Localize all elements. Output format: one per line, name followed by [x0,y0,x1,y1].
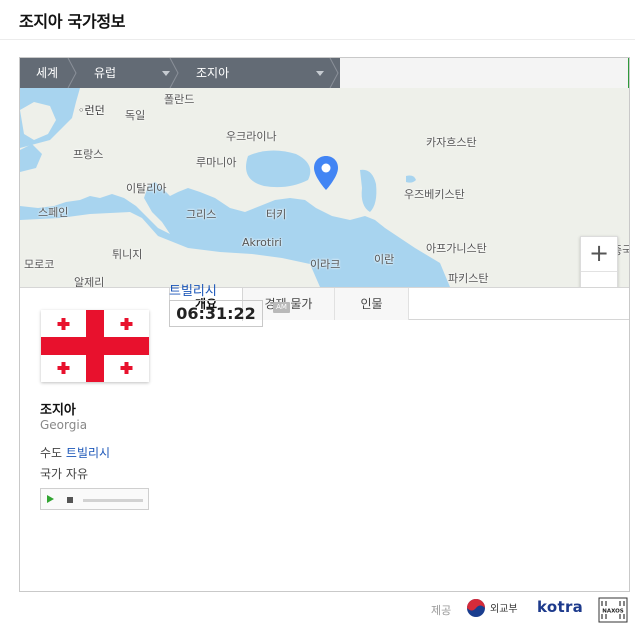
breadcrumb-region-dropdown[interactable]: 유럽 [78,58,180,88]
map-label-greece: 그리스 [186,208,217,221]
anthem-label: 국가 [40,467,63,481]
map-label-france: 프랑스 [73,148,104,161]
map-label-afghanistan: 아프가니스탄 [426,242,487,255]
audio-progress-bar[interactable] [83,499,143,502]
map-label-turkey: 터키 [266,208,287,221]
breadcrumb-separator-icon [169,58,179,88]
map-label-tunisia: 튀니지 [112,248,143,261]
map-label-kazakhstan: 카자흐스탄 [426,136,477,149]
breadcrumb-separator-icon [67,58,77,88]
map-zoom-control: + — [580,236,618,287]
zoom-out-button[interactable]: — [581,273,617,287]
capital-label: 수도 [40,446,63,460]
stop-icon[interactable] [67,497,73,503]
map-label-spain: 스페인 [38,206,69,219]
breadcrumb-world[interactable]: 세계 [20,58,78,88]
georgia-flag-image [41,310,149,382]
map-label-italy: 이탈리아 [126,182,167,195]
breadcrumb-separator-icon [329,58,339,88]
breadcrumb: 세계 유럽 조지아 [20,58,629,88]
map-label-uzbekistan: 우즈베키스탄 [404,188,465,201]
overview-city-name[interactable]: 트빌리시 [169,280,217,299]
page-title: 조지아 국가정보 [19,12,126,31]
kotra-logo: kotra [537,598,584,616]
title-divider [0,39,635,40]
map-label-poland: 폴란드 [164,93,195,106]
breadcrumb-country-label: 조지아 [196,66,230,80]
tab-people[interactable]: 인물 [335,288,409,320]
capital-link[interactable]: 트빌리시 [66,446,110,460]
map-label-morocco: 모로코 [24,258,55,271]
anthem-audio-player [40,488,149,510]
country-name: 조지아 [40,403,76,418]
location-pin-icon[interactable] [313,155,339,191]
local-time-clock: 06:31:22 [169,300,263,327]
mofa-logo: 외교부 [467,599,518,617]
map-label-algeria: 알제리 [74,276,105,287]
provider-label: 제공 [431,604,452,617]
map-label-akrotiri: Akrotiri [242,236,282,249]
naxos-logo-text: NAXOS [602,609,624,615]
map-label-iran: 이란 [374,253,395,266]
anthem-title: 자유 [65,467,89,481]
naxos-logo: NAXOS [598,597,628,623]
breadcrumb-filler [340,58,629,88]
breadcrumb-country-dropdown[interactable]: 조지아 [180,58,340,88]
map-label-ukraine: 우크라이나 [226,130,277,143]
country-map[interactable]: ◦런던 폴란드 독일 우크라이나 프랑스 루마니아 카자흐스탄 이탈리아 스페인… [20,88,629,287]
map-label-romania: 루마니아 [196,156,237,169]
zoom-in-button[interactable]: + [581,237,617,272]
map-label-london: ◦런던 [78,104,105,117]
ampm-badge: AM [273,302,290,313]
map-label-iraq: 이라크 [310,258,341,271]
country-name-english: Georgia [40,418,88,432]
breadcrumb-world-label: 세계 [36,66,59,80]
map-label-germany: 독일 [125,109,146,122]
chevron-down-icon [316,71,324,76]
capital-row: 수도 트빌리시 [40,444,110,461]
play-icon[interactable] [47,495,54,503]
accent-bar [628,58,629,88]
mofa-logo-text: 외교부 [490,603,518,615]
breadcrumb-region-label: 유럽 [94,66,117,80]
map-label-pakistan: 파키스탄 [448,272,489,285]
country-info-card: 세계 유럽 조지아 ◦런던 폴란드 독일 우크라이나 프랑스 루마니아 카자흐스… [19,57,630,592]
anthem-row: 국가 자유 [40,465,88,482]
